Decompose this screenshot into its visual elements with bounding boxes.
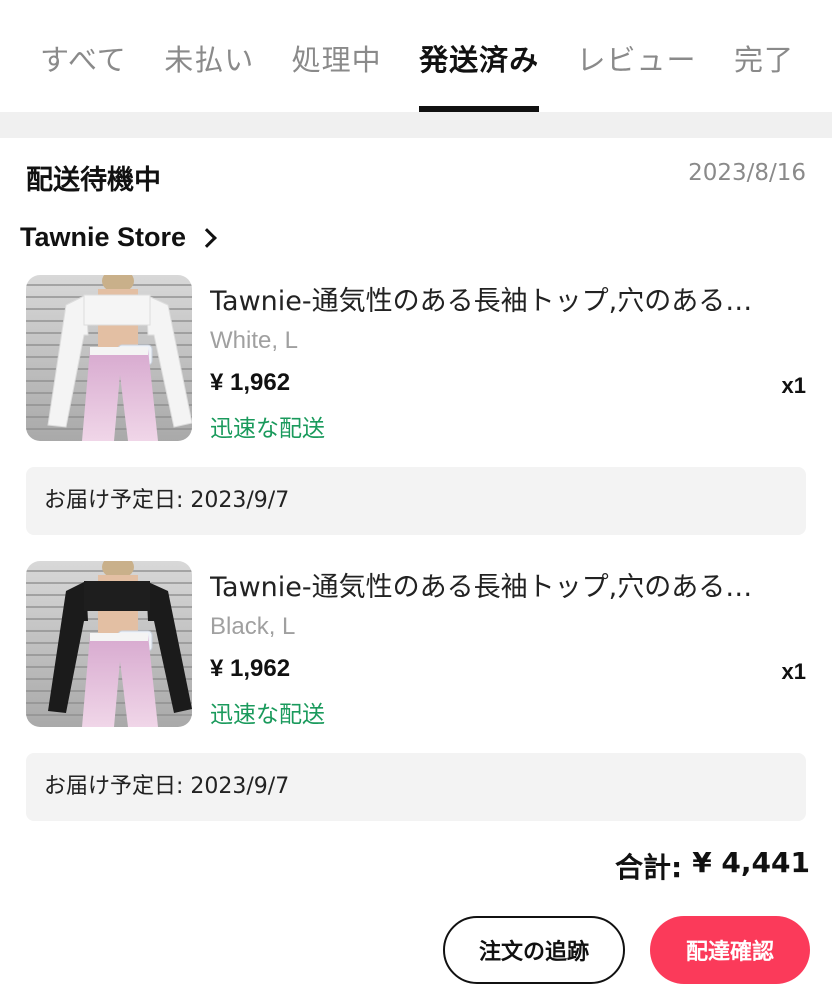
total-label: 合計: (615, 851, 683, 884)
product-title[interactable]: Tawnie-通気性のある長袖トップ,穴のある… (210, 565, 810, 604)
product-price: ¥ 1,962 (210, 655, 291, 682)
product-quantity: x1 (781, 659, 806, 684)
order-total: 合計: ¥ 4,441 (615, 846, 810, 886)
tab-completed[interactable]: 完了 (734, 0, 794, 112)
track-order-button[interactable]: 注文の追跡 (443, 916, 625, 984)
tab-all[interactable]: すべて (40, 0, 127, 112)
product-price: ¥ 1,962 (210, 369, 291, 396)
chevron-right-icon (197, 227, 217, 248)
tab-unpaid[interactable]: 未払い (164, 0, 254, 112)
store-link[interactable]: Tawnie Store (20, 222, 217, 253)
order-item[interactable]: Tawnie-通気性のある長袖トップ,穴のある… Black, L ¥ 1,96… (0, 561, 832, 731)
order-status-label: 配送待機中 (26, 165, 161, 196)
tab-processing[interactable]: 処理中 (292, 0, 382, 112)
product-variant: White, L (210, 327, 299, 354)
confirm-delivery-button[interactable]: 配達確認 (650, 916, 810, 984)
order-date: 2023/8/16 (688, 160, 806, 186)
product-image[interactable] (26, 275, 192, 441)
delivery-estimate: お届け予定日: 2023/9/7 (26, 753, 806, 821)
delivery-estimate: お届け予定日: 2023/9/7 (26, 467, 806, 535)
order-status-tabs: すべて 未払い 処理中 発送済み レビュー 完了 (0, 0, 832, 112)
order-header: 配送待機中 2023/8/16 (0, 138, 832, 212)
total-value: ¥ 4,441 (692, 846, 810, 879)
tab-review[interactable]: レビュー (577, 0, 697, 112)
product-title[interactable]: Tawnie-通気性のある長袖トップ,穴のある… (210, 279, 810, 318)
product-variant: Black, L (210, 613, 296, 640)
product-image[interactable] (26, 561, 192, 727)
section-divider (0, 112, 832, 138)
shipping-method: 迅速な配送 (210, 416, 325, 442)
store-name: Tawnie Store (20, 222, 187, 252)
shipping-method: 迅速な配送 (210, 702, 325, 728)
product-quantity: x1 (781, 373, 806, 398)
tab-shipped[interactable]: 発送済み (419, 0, 540, 112)
order-item[interactable]: Tawnie-通気性のある長袖トップ,穴のある… White, L ¥ 1,96… (0, 275, 832, 445)
